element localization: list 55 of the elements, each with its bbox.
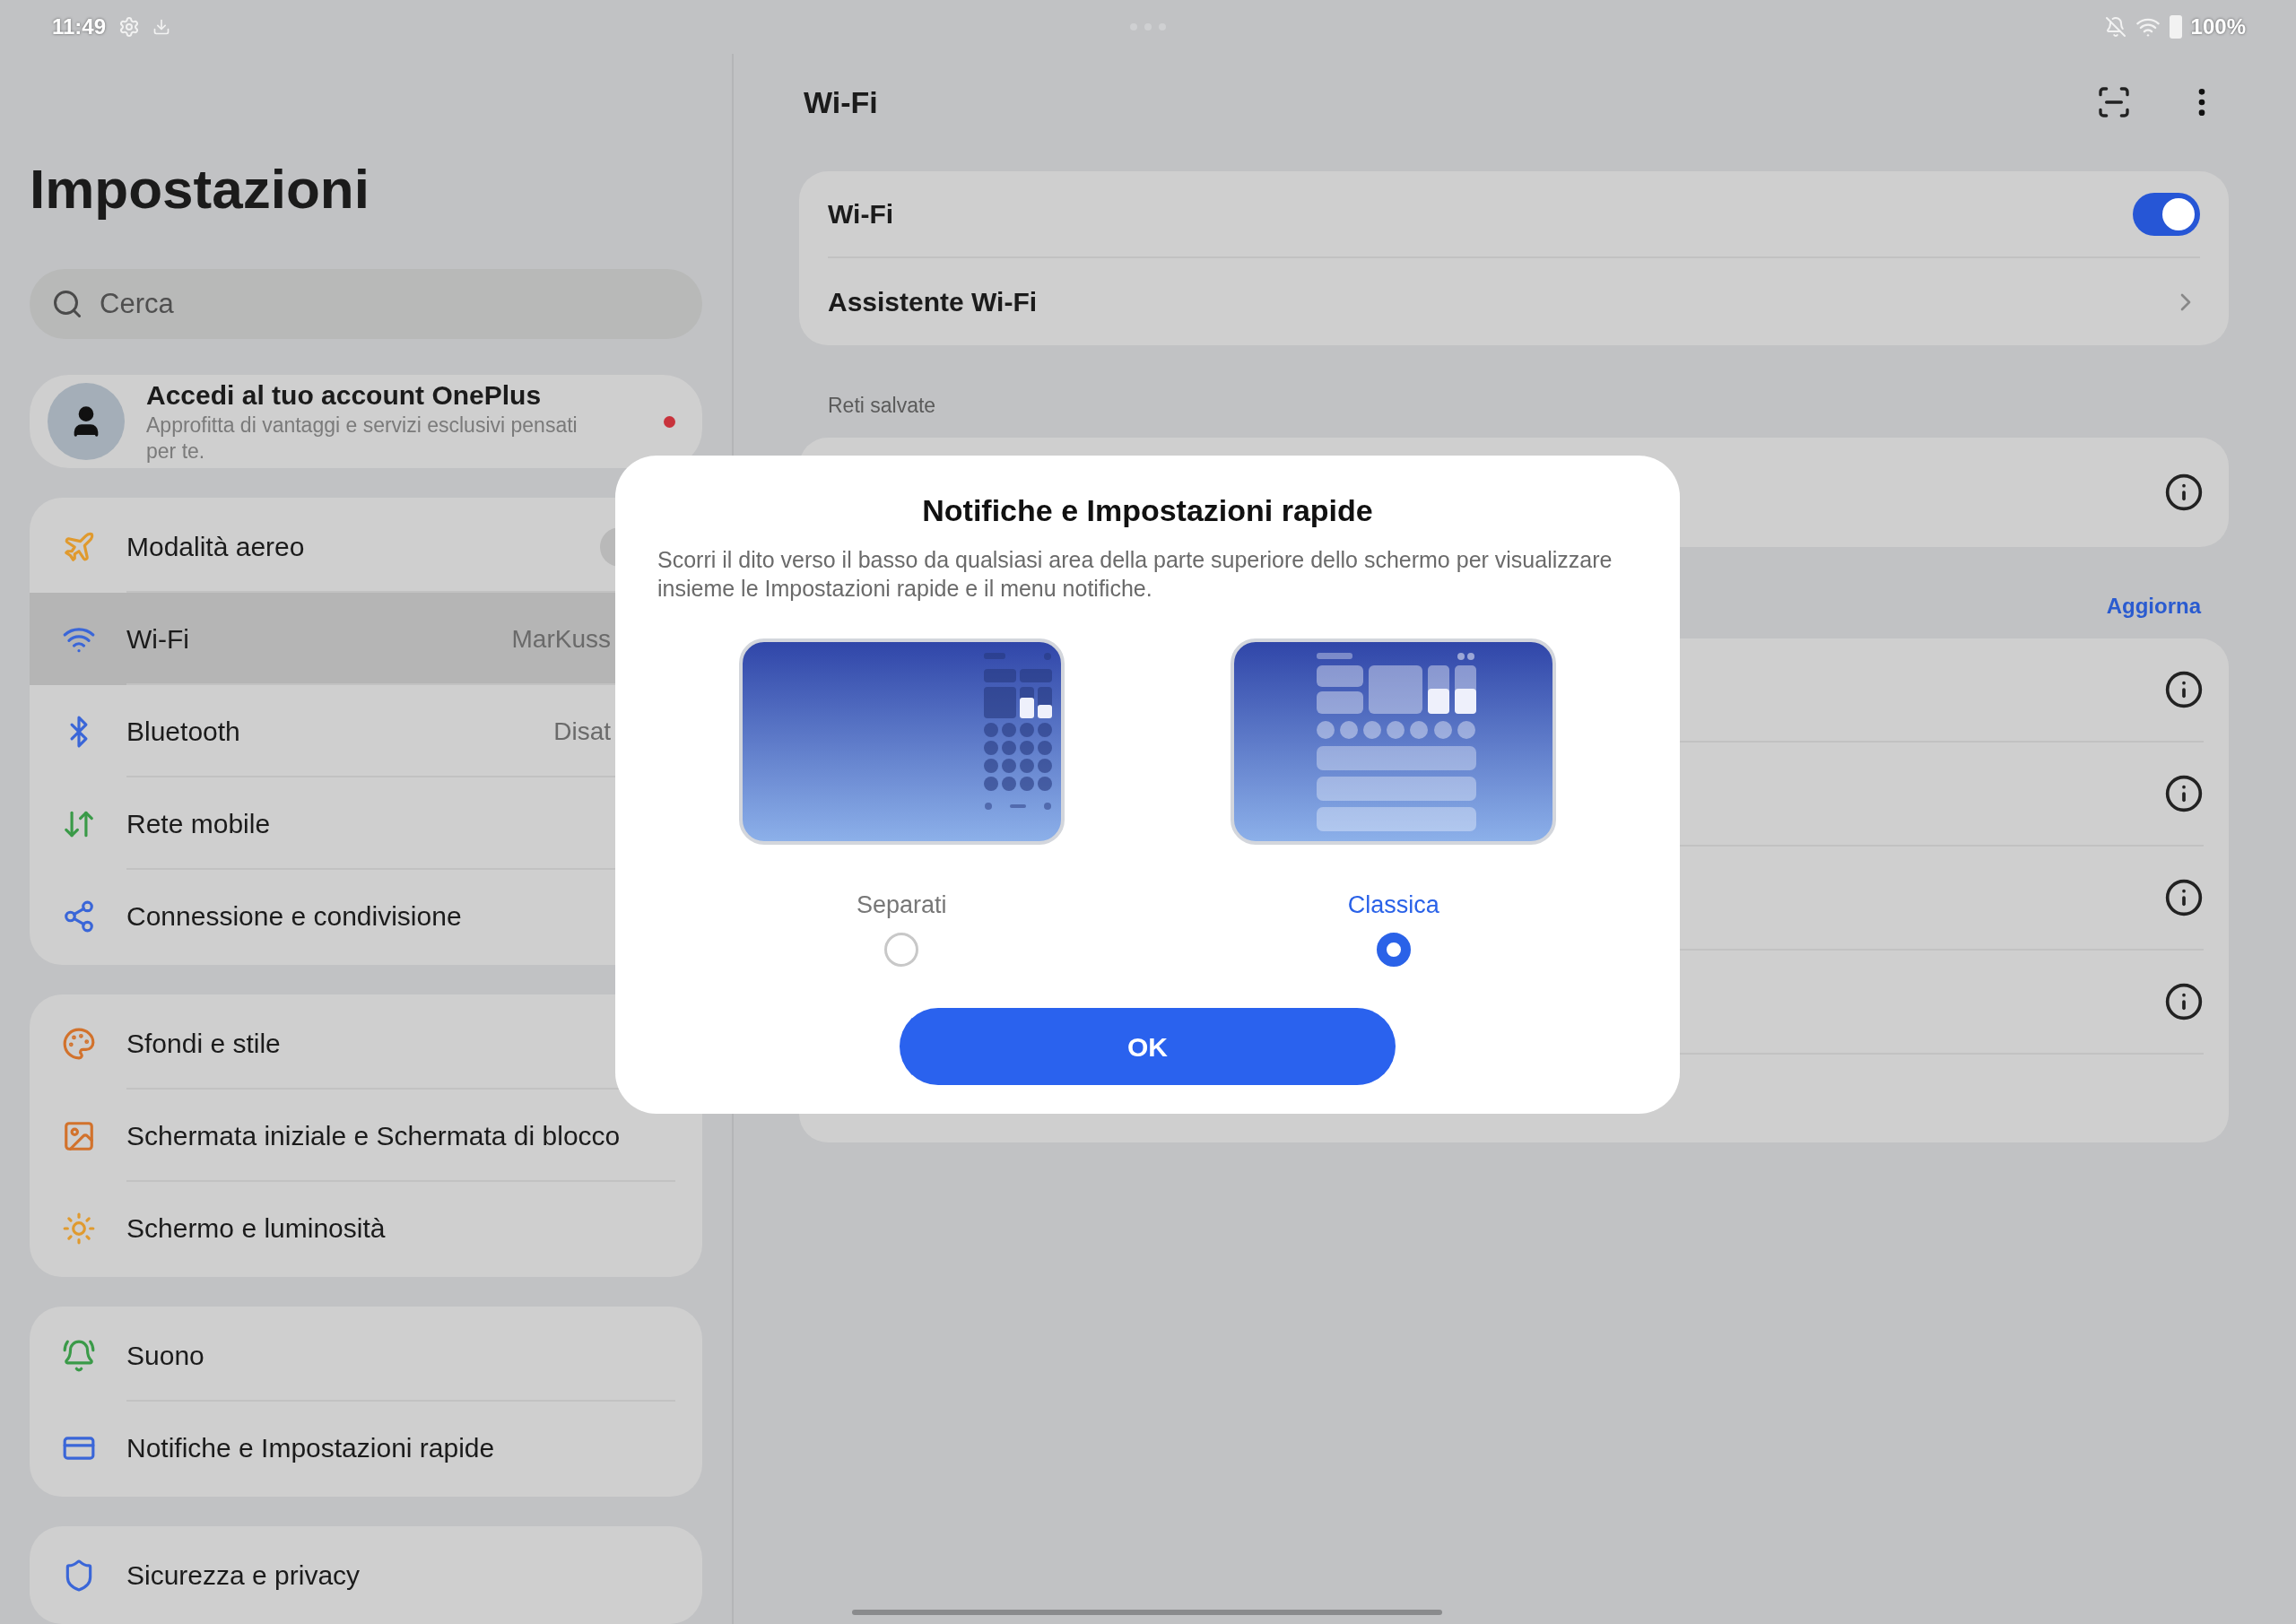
palette-icon <box>62 1026 96 1061</box>
search-field[interactable]: Cerca <box>30 269 702 339</box>
settings-item[interactable]: Sfondi e stile <box>30 997 702 1090</box>
settings-item[interactable]: Rete mobile <box>30 777 702 870</box>
settings-item-label: Bluetooth <box>126 716 240 748</box>
settings-item-label: Connessione e condivisione <box>126 900 462 933</box>
page-title: Wi-Fi <box>804 83 878 121</box>
ok-button[interactable]: OK <box>900 1008 1396 1085</box>
dialog-title: Notifiche e Impostazioni rapide <box>922 492 1373 529</box>
wifi-toggle[interactable] <box>2133 192 2200 236</box>
info-icon[interactable] <box>2164 669 2204 709</box>
bell-icon <box>62 1338 96 1373</box>
assistant-row[interactable]: Assistente Wi-Fi <box>828 258 2200 345</box>
section-label: Reti salvate <box>828 393 937 419</box>
settings-item[interactable]: Schermo e luminosità <box>30 1182 702 1274</box>
settings-item[interactable]: Schermata iniziale e Schermata di blocco <box>30 1090 702 1182</box>
settings-item[interactable]: Notifiche e Impostazioni rapide <box>30 1402 702 1494</box>
settings-item[interactable]: Bluetooth Disat <box>30 685 702 777</box>
status-time: 11:49 <box>52 13 107 40</box>
radio-button[interactable] <box>1376 933 1411 967</box>
option-label: Separati <box>856 890 947 920</box>
info-icon[interactable] <box>2164 773 2204 813</box>
search-icon <box>51 288 83 320</box>
settings-icon <box>118 16 141 38</box>
settings-item-label: Wi-Fi <box>126 623 189 656</box>
settings-item[interactable]: Sicurezza e privacy <box>30 1529 702 1621</box>
info-icon[interactable] <box>2164 877 2204 917</box>
radio-button[interactable] <box>884 933 919 967</box>
account-title: Accedi al tuo account OnePlus <box>146 379 543 412</box>
download-icon <box>152 18 171 36</box>
battery-icon <box>2169 15 2182 39</box>
settings-item-value: MarKuss <box>511 623 611 655</box>
bell-muted-icon <box>2104 16 2126 38</box>
info-icon[interactable] <box>2164 472 2204 512</box>
settings-item-label: Sicurezza e privacy <box>126 1559 361 1592</box>
option-label: Classica <box>1347 890 1439 920</box>
settings-item-label: Schermata iniziale e Schermata di blocco <box>126 1120 621 1152</box>
settings-item-label: Notifiche e Impostazioni rapide <box>126 1432 495 1464</box>
page-title: Impostazioni <box>30 157 370 221</box>
battery-level: 100% <box>2190 13 2246 40</box>
settings-item[interactable]: Suono <box>30 1309 702 1402</box>
sun-icon <box>62 1211 96 1246</box>
settings-item-label: Modalità aereo <box>126 531 305 563</box>
settings-item-label: Schermo e luminosità <box>126 1212 386 1245</box>
settings-item-label: Suono <box>126 1340 204 1372</box>
wifi-label: Wi-Fi <box>828 198 894 230</box>
scan-icon[interactable] <box>2096 84 2132 120</box>
settings-item-label: Rete mobile <box>126 808 271 840</box>
settings-item-label: Sfondi e stile <box>126 1028 281 1060</box>
settings-item[interactable]: Connessione e condivisione <box>30 870 702 962</box>
account-subtitle: Approfitta di vantaggi e servizi esclusivi pensati per te. <box>146 413 578 465</box>
share-icon <box>62 899 96 934</box>
settings-item-value: Disat <box>553 716 611 747</box>
account-card[interactable]: Accedi al tuo account OnePlus Approfitta di vantaggi e servizi esclusivi pensati per te. <box>30 375 702 468</box>
info-icon[interactable] <box>2164 981 2204 1021</box>
